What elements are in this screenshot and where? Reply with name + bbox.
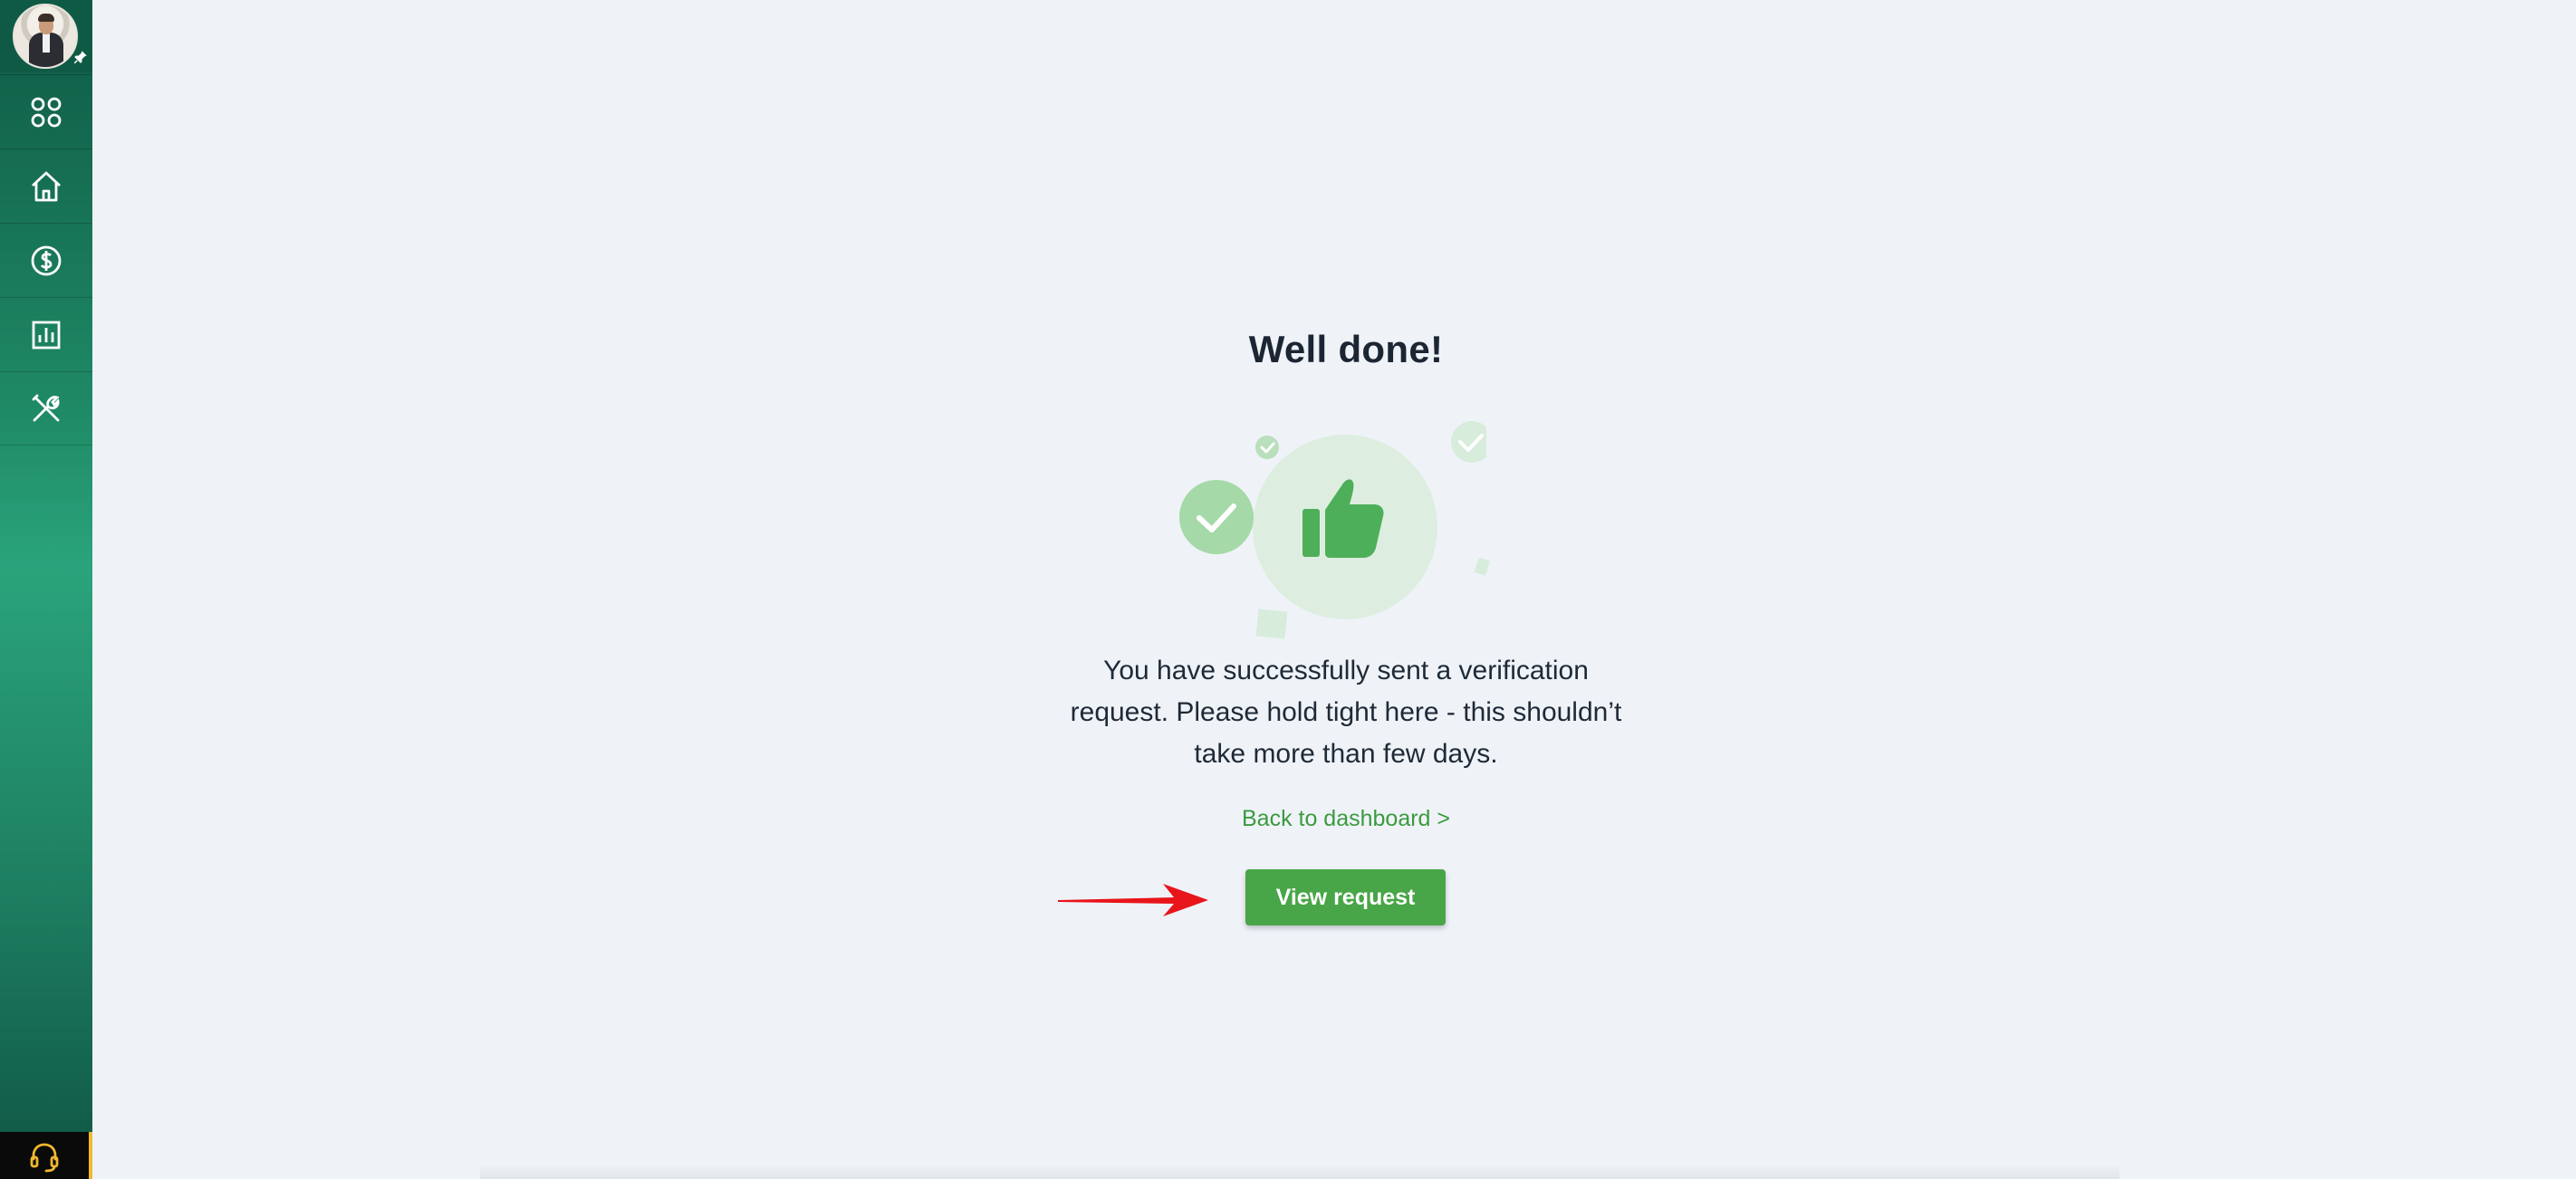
headset-icon — [30, 1143, 59, 1173]
support-button[interactable] — [0, 1132, 92, 1179]
sidebar — [0, 0, 92, 1179]
dollar-circle-icon — [31, 245, 62, 275]
thumbs-up-illustration — [1179, 412, 1504, 639]
bar-chart-icon — [32, 321, 61, 349]
sidebar-item-apps[interactable] — [0, 74, 92, 149]
page-title: Well done! — [1248, 328, 1444, 370]
profile-area[interactable] — [0, 0, 92, 72]
back-to-dashboard-link[interactable]: Back to dashboard > — [1165, 806, 1527, 832]
app: Well done! You have successfully sent a … — [0, 0, 2576, 1179]
apps-grid-icon — [31, 97, 62, 127]
sidebar-item-tools[interactable] — [0, 371, 92, 446]
sidebar-item-home[interactable] — [0, 149, 92, 223]
message-line: take more than few days. — [1194, 739, 1498, 769]
message-line: request. Please hold tight here - this s… — [1070, 697, 1622, 727]
home-icon — [32, 171, 61, 201]
annotation-arrow-icon — [1058, 884, 1208, 916]
success-message: You have successfully sent a verificatio… — [1029, 650, 1663, 775]
bottom-shadow — [480, 1165, 2119, 1179]
message-line: You have successfully sent a verificatio… — [1103, 656, 1589, 685]
avatar[interactable] — [13, 4, 78, 69]
pin-icon[interactable] — [72, 49, 89, 65]
tools-icon — [32, 394, 60, 422]
sidebar-item-reports[interactable] — [0, 297, 92, 371]
view-request-button[interactable]: View request — [1245, 869, 1446, 925]
sidebar-item-finance[interactable] — [0, 223, 92, 297]
